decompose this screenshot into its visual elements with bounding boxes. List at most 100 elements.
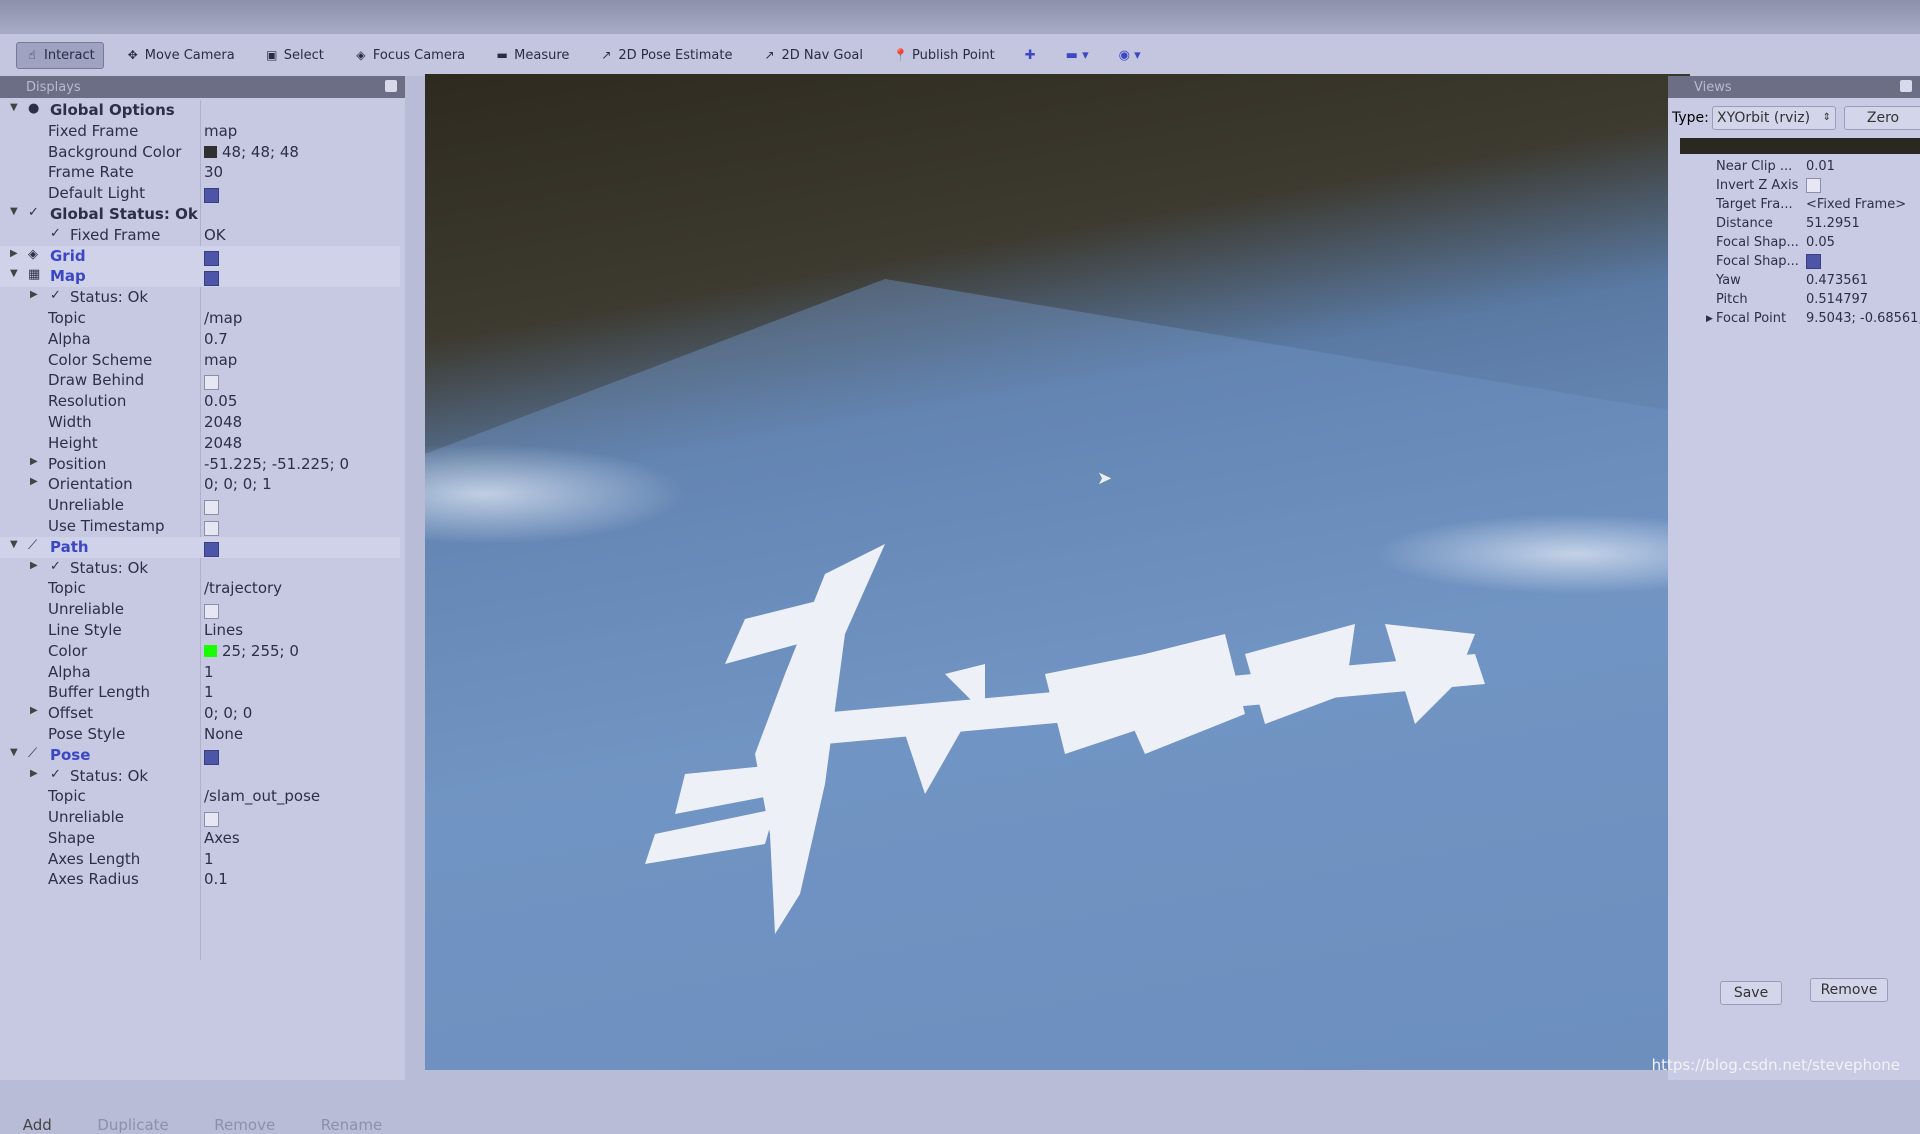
row-value[interactable]: -51.225; -51.225; 0 bbox=[204, 455, 349, 473]
close-panel-icon[interactable] bbox=[1900, 80, 1912, 92]
row-value[interactable]: 2048 bbox=[204, 413, 242, 431]
add-tool-icon[interactable]: ✚ bbox=[1017, 43, 1044, 68]
expand-icon[interactable]: ▶ bbox=[30, 456, 38, 467]
display-row[interactable]: ▶◈Grid bbox=[0, 246, 400, 267]
enabled-checkbox[interactable] bbox=[204, 249, 219, 267]
collapse-icon[interactable]: ▼ bbox=[10, 268, 18, 279]
duplicate-display-button[interactable]: Duplicate bbox=[97, 1116, 168, 1134]
view-property-row[interactable]: Distance51.2951 bbox=[1668, 216, 1920, 235]
row-value[interactable]: 30 bbox=[204, 163, 223, 181]
display-row[interactable]: Topic/trajectory bbox=[0, 578, 400, 599]
row-value[interactable]: 1 bbox=[204, 663, 214, 681]
enabled-checkbox[interactable] bbox=[204, 498, 219, 516]
tool-2d-pose-estimate[interactable]: ↗2D Pose Estimate bbox=[591, 43, 740, 68]
view-type-select[interactable]: XYOrbit (rviz)⇕ bbox=[1712, 106, 1836, 130]
zero-button[interactable]: Zero bbox=[1844, 106, 1920, 130]
row-value[interactable]: 0.7 bbox=[204, 330, 228, 348]
display-row[interactable]: ▼⟋Path bbox=[0, 537, 400, 558]
add-display-button[interactable]: Add bbox=[23, 1116, 52, 1134]
display-row[interactable]: Width2048 bbox=[0, 412, 400, 433]
display-row[interactable]: ▶✓Status: Ok bbox=[0, 766, 400, 787]
collapse-icon[interactable]: ▼ bbox=[10, 747, 18, 758]
display-row[interactable]: Background Color48; 48; 48 bbox=[0, 142, 400, 163]
close-panel-icon[interactable] bbox=[385, 80, 397, 92]
row-value[interactable]: Axes bbox=[204, 829, 240, 847]
property-value[interactable]: <Fixed Frame> bbox=[1806, 197, 1906, 212]
color-swatch[interactable] bbox=[204, 146, 217, 158]
collapse-icon[interactable]: ▼ bbox=[10, 206, 18, 217]
property-checkbox[interactable] bbox=[1806, 178, 1821, 193]
view-property-row[interactable]: Pitch0.514797 bbox=[1668, 292, 1920, 311]
expand-icon[interactable]: ▶ bbox=[10, 248, 18, 259]
view-property-row[interactable]: Yaw0.473561 bbox=[1668, 273, 1920, 292]
remove-view-button[interactable]: Remove bbox=[1810, 978, 1888, 1002]
row-value[interactable]: 0; 0; 0 bbox=[204, 704, 252, 722]
row-value[interactable]: None bbox=[204, 725, 243, 743]
display-row[interactable]: ▶Orientation0; 0; 0; 1 bbox=[0, 474, 400, 495]
enabled-checkbox[interactable] bbox=[204, 519, 219, 537]
3d-viewport[interactable]: ➤ bbox=[425, 74, 1690, 1070]
row-value[interactable]: 0.05 bbox=[204, 392, 237, 410]
display-row[interactable]: ▶✓Status: Ok bbox=[0, 287, 400, 308]
row-value[interactable]: 25; 255; 0 bbox=[204, 642, 299, 660]
tool-measure[interactable]: ▬Measure bbox=[487, 43, 577, 68]
rename-display-button[interactable]: Rename bbox=[321, 1116, 383, 1134]
display-row[interactable]: Use Timestamp bbox=[0, 516, 400, 537]
row-value[interactable]: /trajectory bbox=[204, 579, 282, 597]
display-row[interactable]: Height2048 bbox=[0, 433, 400, 454]
display-row[interactable]: ▶✓Status: Ok bbox=[0, 558, 400, 579]
display-row[interactable]: ✓Fixed FrameOK bbox=[0, 225, 400, 246]
expand-icon[interactable]: ▶ bbox=[30, 705, 38, 716]
property-value[interactable]: 9.5043; -0.68561; bbox=[1806, 311, 1920, 326]
view-property-row[interactable]: Target Fra...<Fixed Frame> bbox=[1668, 197, 1920, 216]
display-row[interactable]: ▼●Global Options bbox=[0, 100, 400, 121]
display-row[interactable]: Alpha1 bbox=[0, 662, 400, 683]
row-value[interactable]: 0.1 bbox=[204, 870, 228, 888]
expand-icon[interactable]: ▶ bbox=[30, 560, 38, 571]
expand-icon[interactable]: ▶ bbox=[30, 768, 38, 779]
tool-2d-nav-goal[interactable]: ↗2D Nav Goal bbox=[754, 43, 871, 68]
panels-icon[interactable]: ◉ ▾ bbox=[1111, 43, 1149, 68]
expand-icon[interactable]: ▶ bbox=[1706, 314, 1713, 324]
display-row[interactable]: Alpha0.7 bbox=[0, 329, 400, 350]
row-value[interactable]: 1 bbox=[204, 850, 214, 868]
property-value[interactable]: 0.473561 bbox=[1806, 273, 1868, 288]
view-property-row[interactable]: Focal Shap...0.05 bbox=[1668, 235, 1920, 254]
display-row[interactable]: Unreliable bbox=[0, 599, 400, 620]
display-row[interactable]: Topic/slam_out_pose bbox=[0, 786, 400, 807]
row-value[interactable]: 2048 bbox=[204, 434, 242, 452]
row-value[interactable]: 0; 0; 0; 1 bbox=[204, 475, 272, 493]
display-row[interactable]: Fixed Framemap bbox=[0, 121, 400, 142]
display-row[interactable]: Default Light bbox=[0, 183, 400, 204]
display-row[interactable]: ▼▦Map bbox=[0, 266, 400, 287]
display-row[interactable]: Draw Behind bbox=[0, 370, 400, 391]
tool-interact[interactable]: ☝Interact bbox=[16, 42, 104, 69]
tool-move-camera[interactable]: ✥Move Camera bbox=[118, 43, 243, 68]
property-value[interactable]: 0.01 bbox=[1806, 159, 1835, 174]
enabled-checkbox[interactable] bbox=[204, 186, 219, 204]
tool-focus-camera[interactable]: ◈Focus Camera bbox=[346, 43, 473, 68]
row-value[interactable]: /slam_out_pose bbox=[204, 787, 320, 805]
property-value[interactable]: 0.514797 bbox=[1806, 292, 1868, 307]
display-row[interactable]: Buffer Length1 bbox=[0, 682, 400, 703]
display-row[interactable]: Topic/map bbox=[0, 308, 400, 329]
view-property-row[interactable]: Near Clip ...0.01 bbox=[1668, 159, 1920, 178]
display-row[interactable]: Frame Rate30 bbox=[0, 162, 400, 183]
enabled-checkbox[interactable] bbox=[204, 540, 219, 558]
display-row[interactable]: ▼⟋Pose bbox=[0, 745, 400, 766]
display-row[interactable]: Resolution0.05 bbox=[0, 391, 400, 412]
display-row[interactable]: ▶Offset0; 0; 0 bbox=[0, 703, 400, 724]
row-value[interactable]: Lines bbox=[204, 621, 243, 639]
enabled-checkbox[interactable] bbox=[204, 810, 219, 828]
property-checkbox[interactable] bbox=[1806, 254, 1821, 269]
enabled-checkbox[interactable] bbox=[204, 373, 219, 391]
save-button[interactable]: Save bbox=[1720, 981, 1782, 1005]
display-row[interactable]: Unreliable bbox=[0, 807, 400, 828]
collapse-icon[interactable]: ▼ bbox=[10, 539, 18, 550]
expand-icon[interactable]: ▶ bbox=[30, 476, 38, 487]
enabled-checkbox[interactable] bbox=[204, 269, 219, 287]
row-value[interactable]: 1 bbox=[204, 683, 214, 701]
view-property-row[interactable]: ▶Focal Point9.5043; -0.68561; bbox=[1668, 311, 1920, 330]
collapse-icon[interactable]: ▼ bbox=[10, 102, 18, 113]
display-row[interactable]: Pose StyleNone bbox=[0, 724, 400, 745]
